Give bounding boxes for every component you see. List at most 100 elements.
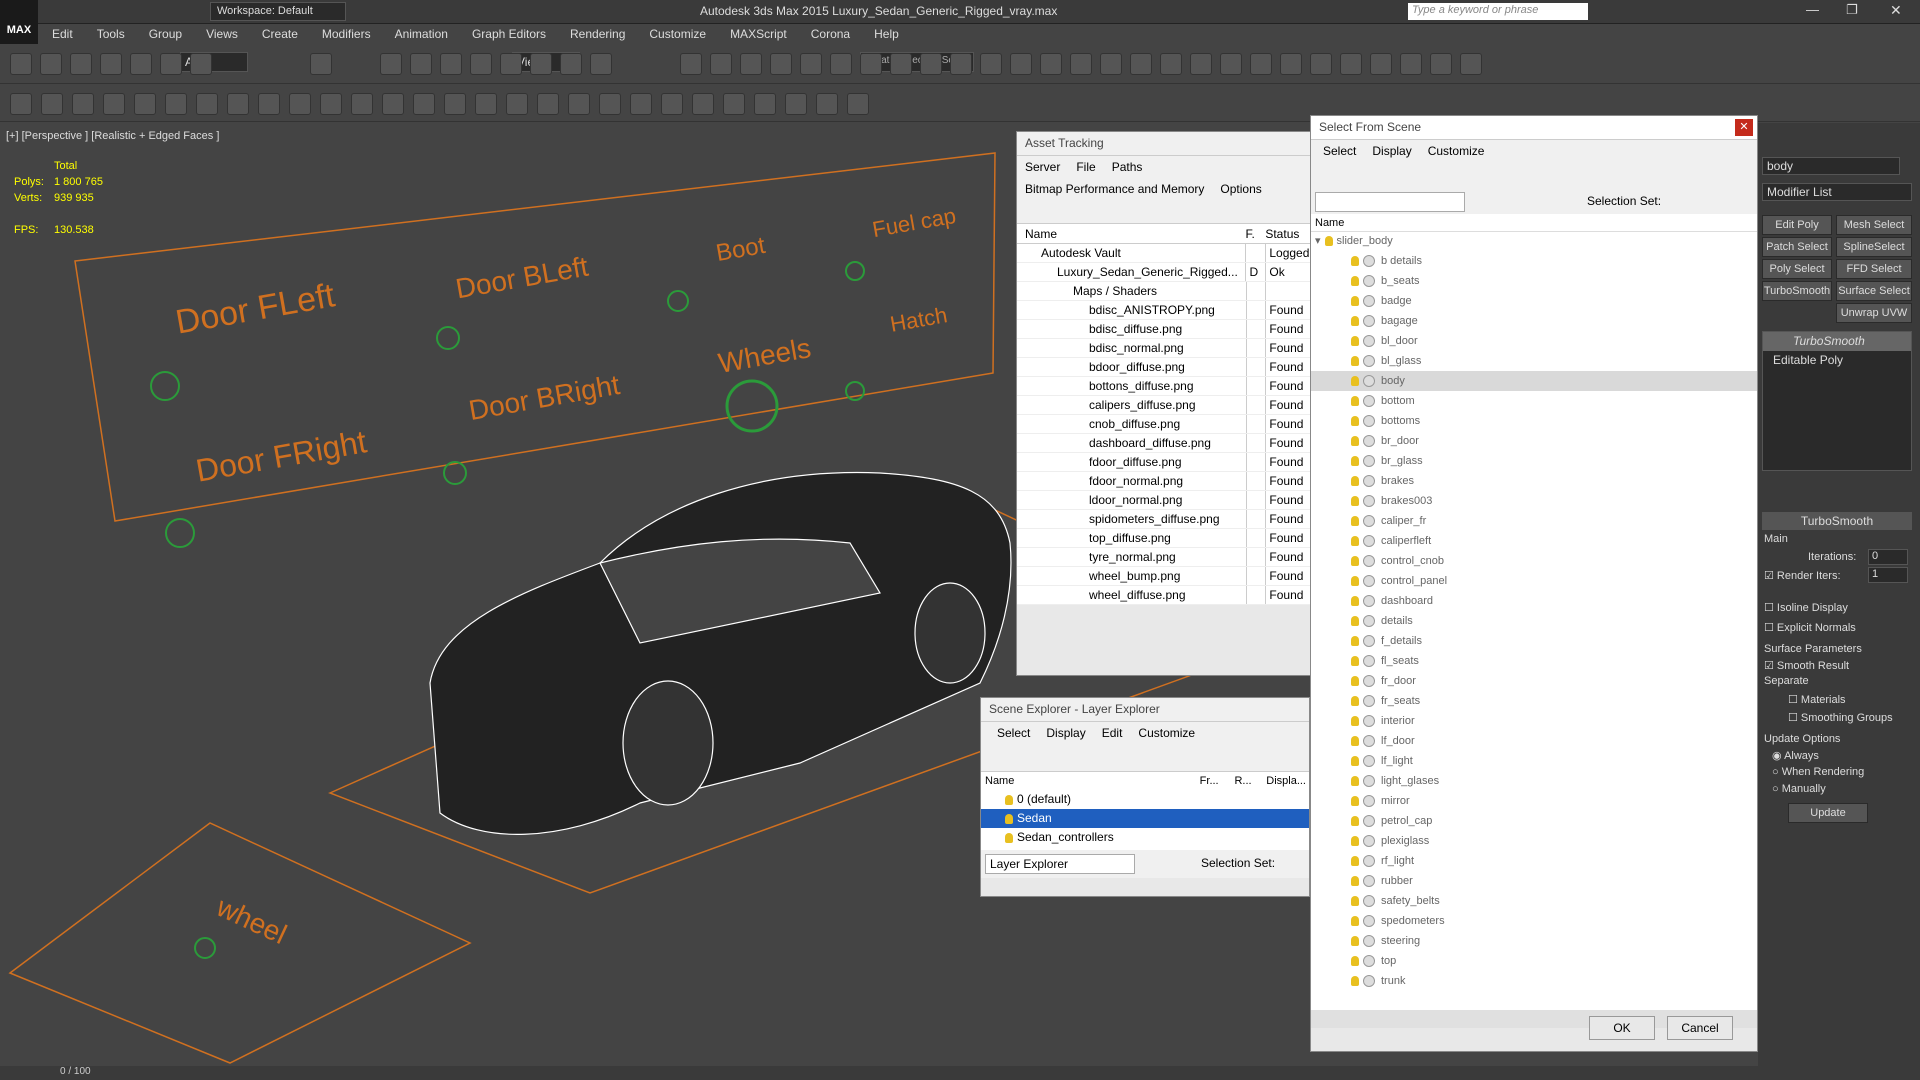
lightbulb-icon[interactable] [1351,536,1359,547]
modifier-list-dropdown[interactable]: Modifier List [1762,183,1912,201]
list-item[interactable]: bottoms [1311,411,1757,431]
toolbar-button-0-icon[interactable] [10,53,32,75]
toolbar2-button-13-icon[interactable] [413,93,435,115]
asset-row[interactable]: wheel_bump.png Found [1017,567,1315,586]
list-item[interactable]: control_cnob [1311,551,1757,571]
render-iters-checkbox[interactable]: ☑ Render Iters: [1764,569,1841,582]
chevron-down-icon[interactable]: ▾ [1315,235,1321,247]
col-name[interactable]: Name [981,772,1200,790]
name-col-header[interactable]: Name [1311,214,1757,232]
lightbulb-icon[interactable] [1351,356,1359,367]
toolbar2-button-24-icon[interactable] [754,93,776,115]
toolbar2-button-12-icon[interactable] [382,93,404,115]
toolbar-button-29-icon[interactable] [980,53,1002,75]
toolbar2-button-20-icon[interactable] [630,93,652,115]
menu-display[interactable]: Display [1364,140,1419,162]
toolbar-button-44-icon[interactable] [1430,53,1452,75]
lightbulb-icon[interactable] [1351,976,1359,987]
toolbar-button-12-icon[interactable] [410,53,432,75]
toolbar2-button-11-icon[interactable] [351,93,373,115]
find-input[interactable] [1315,192,1465,212]
app-logo[interactable]: MAX [0,0,38,44]
menu-edit[interactable]: Edit [40,24,85,44]
list-item[interactable]: mirror [1311,791,1757,811]
toolbar-button-26-icon[interactable] [890,53,912,75]
asset-row[interactable]: top_diffuse.png Found [1017,529,1315,548]
list-item[interactable]: f_details [1311,631,1757,651]
toolbar-button-23-icon[interactable] [800,53,822,75]
menu-modifiers[interactable]: Modifiers [310,24,383,44]
stack-item-turbosmooth[interactable]: TurboSmooth [1763,332,1911,351]
list-item[interactable]: interior [1311,711,1757,731]
splineselect-button[interactable]: SplineSelect [1836,237,1912,257]
lightbulb-icon[interactable] [1351,916,1359,927]
lightbulb-icon[interactable] [1351,456,1359,467]
asset-row[interactable]: bdoor_diffuse.png Found [1017,358,1315,377]
toolbar2-button-22-icon[interactable] [692,93,714,115]
layer-row[interactable]: Sedan_controllers [981,828,1309,847]
toolbar2-button-17-icon[interactable] [537,93,559,115]
ok-button[interactable]: OK [1589,1016,1655,1040]
lightbulb-icon[interactable] [1351,256,1359,267]
list-item[interactable]: lf_light [1311,751,1757,771]
list-item[interactable]: br_glass [1311,451,1757,471]
layer-row[interactable]: 0 (default) [981,790,1309,809]
toolbar-button-25-icon[interactable] [860,53,882,75]
toolbar-button-37-icon[interactable] [1220,53,1242,75]
list-item[interactable]: lf_door [1311,731,1757,751]
lightbulb-icon[interactable] [1351,416,1359,427]
toolbar-button-33-icon[interactable] [1100,53,1122,75]
toolbar2-button-6-icon[interactable] [196,93,218,115]
toolbar-button-11-icon[interactable] [380,53,402,75]
always-radio[interactable]: ◉ Always [1772,749,1819,762]
toolbar-button-3-icon[interactable] [100,53,122,75]
toolbar-button-34-icon[interactable] [1130,53,1152,75]
list-item[interactable]: details [1311,611,1757,631]
menu-rendering[interactable]: Rendering [558,24,637,44]
menu-group[interactable]: Group [137,24,194,44]
col-freeze[interactable]: Fr... [1200,772,1235,790]
materials-checkbox[interactable]: ☐ Materials [1788,693,1846,706]
toolbar-button-19-icon[interactable] [680,53,702,75]
lightbulb-icon[interactable] [1351,796,1359,807]
toolbar-button-32-icon[interactable] [1070,53,1092,75]
toolbar-button-18-icon[interactable] [590,53,612,75]
toolbar-button-2-icon[interactable] [70,53,92,75]
menu-server[interactable]: Server [1017,156,1068,178]
list-item[interactable]: bl_door [1311,331,1757,351]
toolbar-button-28-icon[interactable] [950,53,972,75]
lightbulb-icon[interactable] [1351,396,1359,407]
toolbar2-button-7-icon[interactable] [227,93,249,115]
asset-row[interactable]: bottons_diffuse.png Found [1017,377,1315,396]
toolbar2-button-23-icon[interactable] [723,93,745,115]
lightbulb-icon[interactable] [1351,636,1359,647]
col-status[interactable]: Status [1265,224,1315,243]
time-slider[interactable]: 0 / 100 [0,1066,1920,1080]
lightbulb-icon[interactable] [1351,836,1359,847]
list-item[interactable]: rubber [1311,871,1757,891]
list-item[interactable]: light_glases [1311,771,1757,791]
lightbulb-icon[interactable] [1351,876,1359,887]
lightbulb-icon[interactable] [1351,816,1359,827]
toolbar-button-13-icon[interactable] [440,53,462,75]
lightbulb-icon[interactable] [1351,376,1359,387]
lightbulb-icon[interactable] [1351,616,1359,627]
col-f[interactable]: F. [1245,224,1265,243]
layer-explorer-dropdown[interactable]: Layer Explorer [985,854,1135,874]
lightbulb-icon[interactable] [1351,776,1359,787]
lightbulb-icon[interactable] [1351,896,1359,907]
mesh-select-button[interactable]: Mesh Select [1836,215,1912,235]
menu-paths[interactable]: Paths [1104,156,1151,178]
toolbar-button-38-icon[interactable] [1250,53,1272,75]
toolbar-button-24-icon[interactable] [830,53,852,75]
menu-customize[interactable]: Customize [1130,722,1203,744]
lightbulb-icon[interactable] [1005,794,1013,805]
toolbar-button-1-icon[interactable] [40,53,62,75]
toolbar-button-21-icon[interactable] [740,53,762,75]
menu-create[interactable]: Create [250,24,310,44]
list-item[interactable]: caliperfleft [1311,531,1757,551]
toolbar-button-43-icon[interactable] [1400,53,1422,75]
asset-row[interactable]: tyre_normal.png Found [1017,548,1315,567]
toolbar-button-5-icon[interactable] [160,53,182,75]
asset-row[interactable]: Autodesk Vault Logged [1017,244,1315,263]
